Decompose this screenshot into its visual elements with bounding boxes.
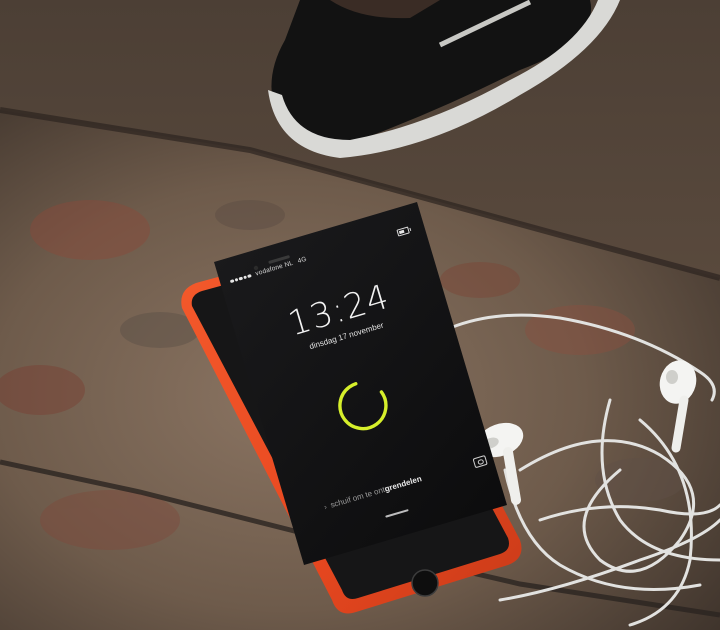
battery-icon	[396, 226, 410, 237]
network-type: 4G	[296, 255, 308, 265]
signal-strength-icon	[229, 272, 253, 285]
unlock-prefix: schuif om te ont	[329, 485, 387, 510]
home-button	[411, 569, 439, 597]
home-indicator	[385, 509, 409, 518]
loading-spinner	[338, 380, 388, 431]
carrier-name: vodafone NL	[254, 259, 295, 278]
chevron-right-icon: ›	[322, 502, 329, 512]
unlock-highlight: grendelen	[383, 474, 423, 494]
camera-icon[interactable]	[472, 454, 488, 469]
slide-to-unlock[interactable]: ›schuif om te ontgrendelen	[323, 460, 469, 511]
